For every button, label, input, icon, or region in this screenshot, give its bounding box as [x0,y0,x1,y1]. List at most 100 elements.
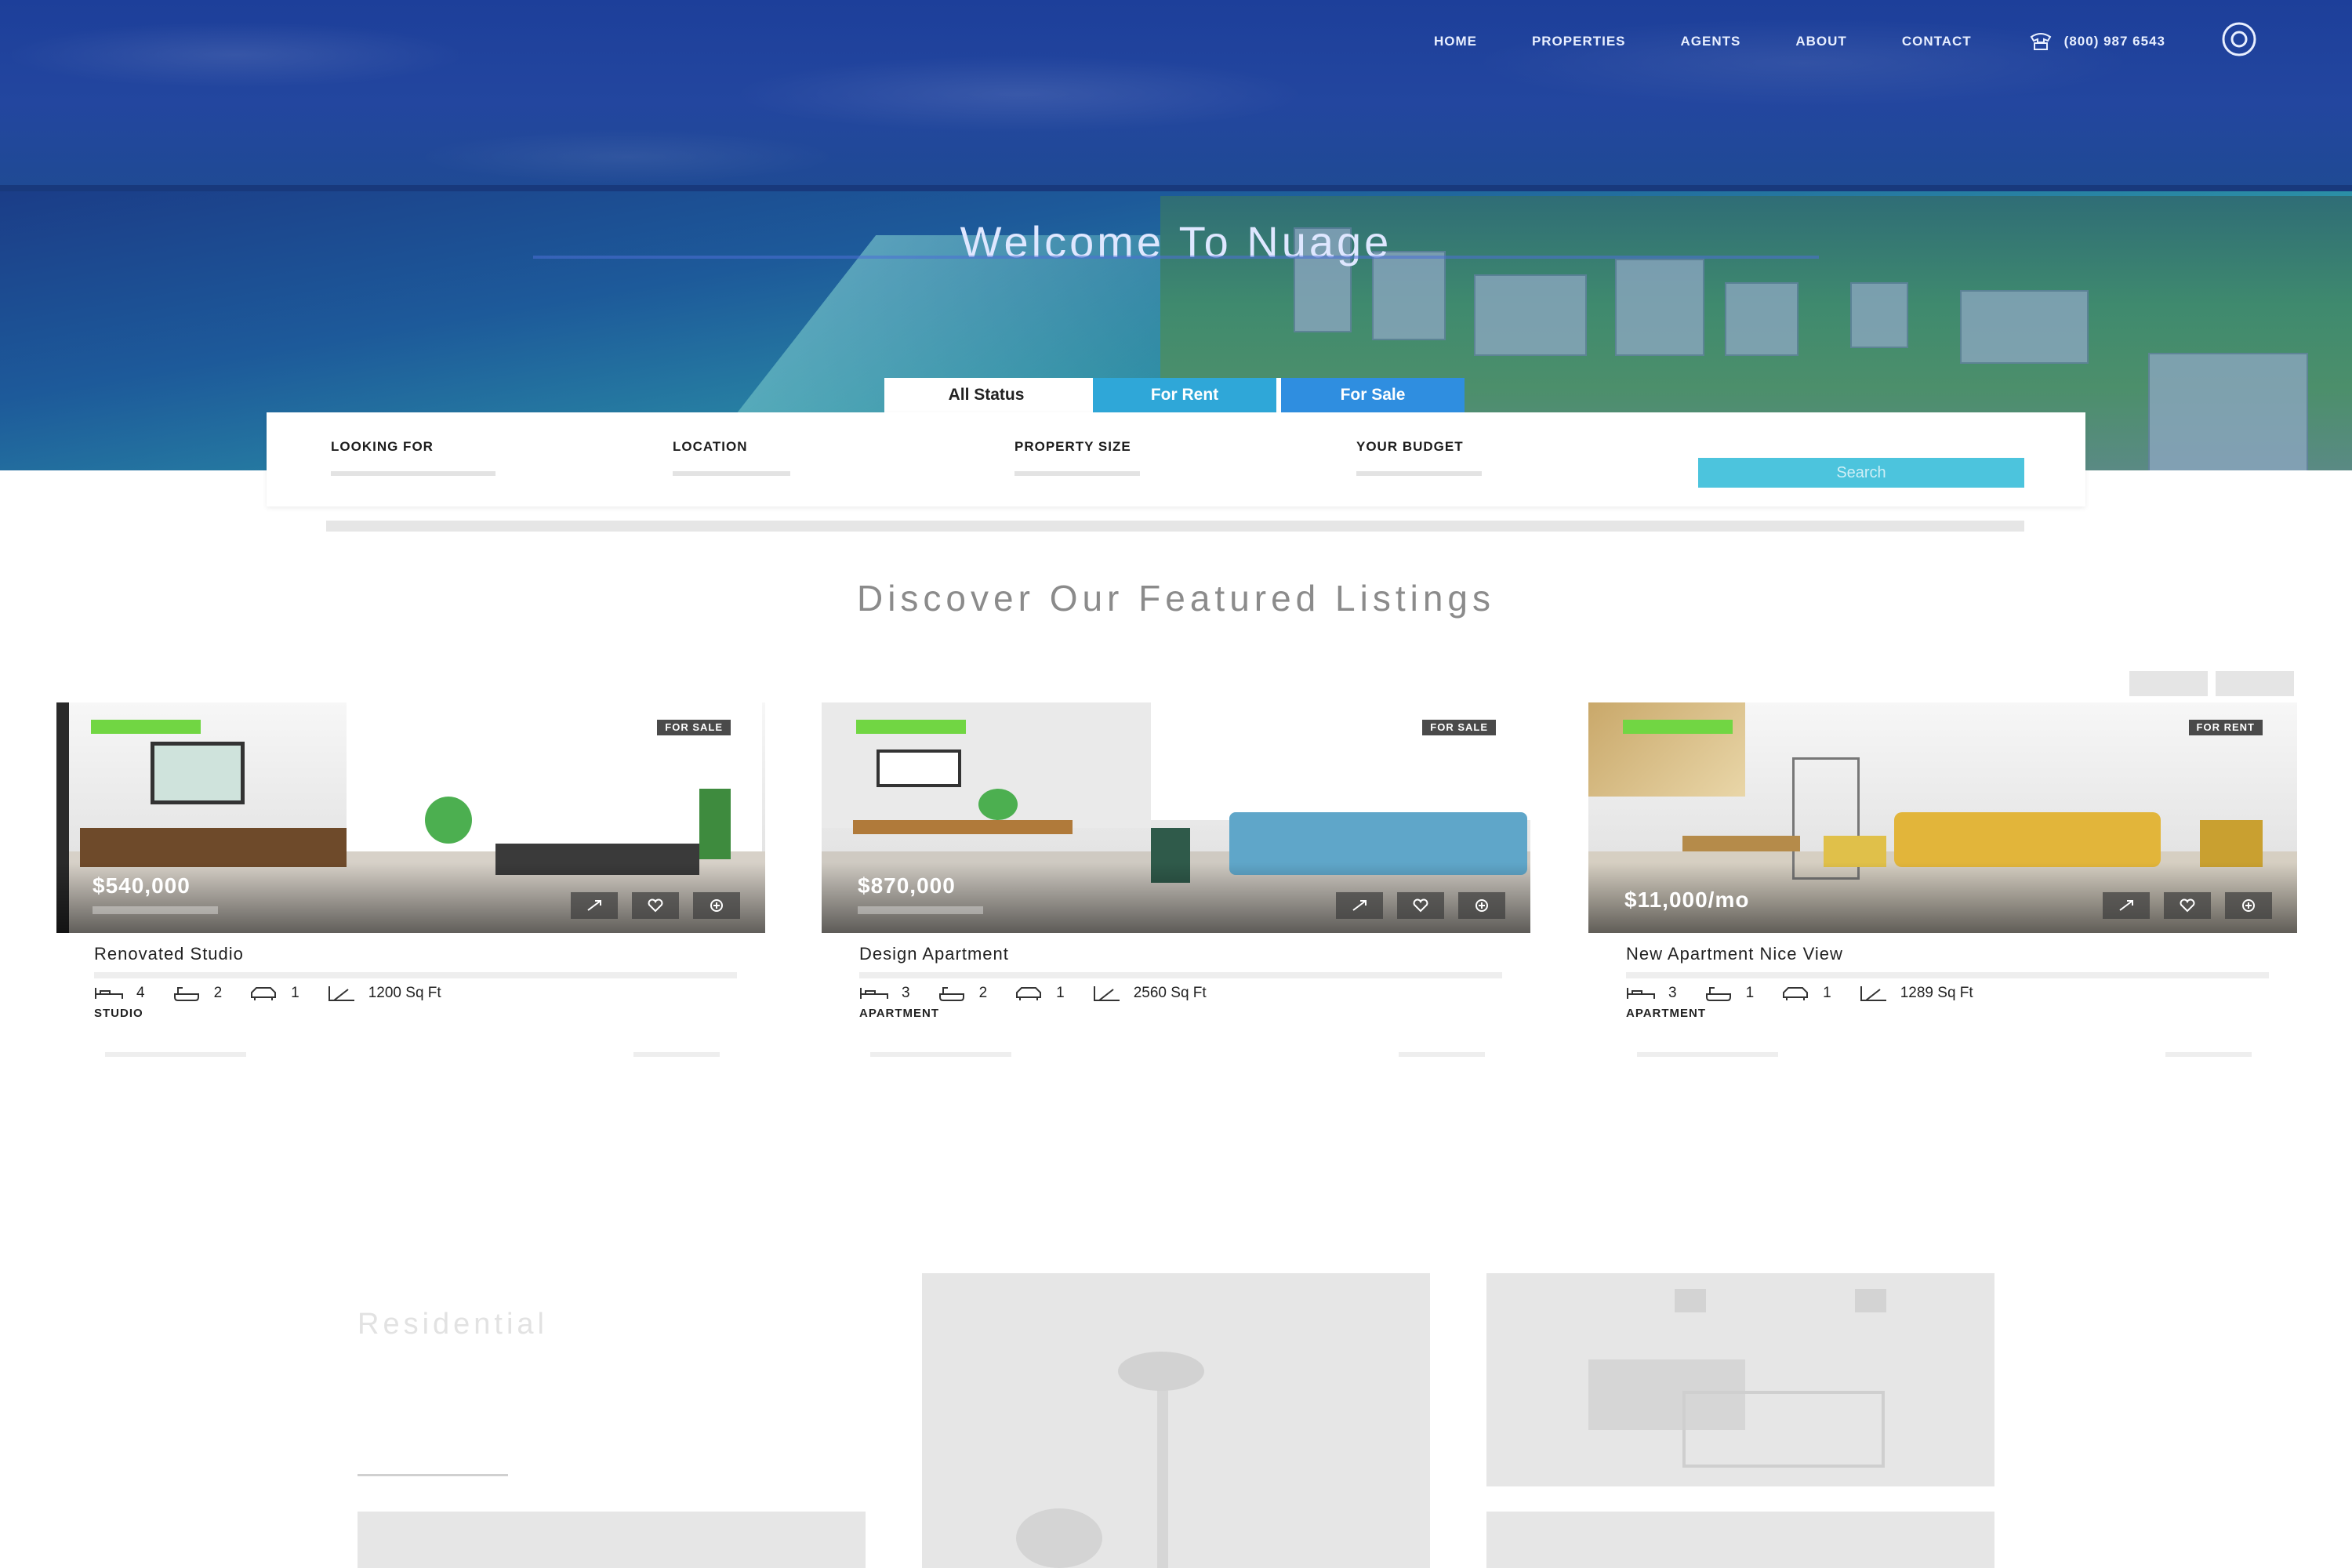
listing-price: $11,000/mo [1624,887,1750,912]
category-image-pendant [1675,1289,1706,1312]
heart-icon [1413,898,1428,913]
search-button[interactable]: Search [1698,458,2024,488]
compare-button[interactable] [1458,892,1505,919]
nav-about[interactable]: ABOUT [1795,34,1846,49]
listing-date [1399,1052,1485,1057]
listing-agent[interactable] [870,1052,1011,1057]
area-size: 1289 Sq Ft [1900,985,1973,1001]
compare-button[interactable] [2225,892,2272,919]
garage-icon [1783,987,1809,1000]
property-type[interactable]: APARTMENT [859,1007,939,1020]
bed-icon [1627,988,1655,999]
area-icon [1093,986,1120,1001]
photo-plant [978,789,1018,820]
nav-contact[interactable]: CONTACT [1902,34,1972,49]
looking-for-field[interactable]: LOOKING FOR [331,439,495,479]
plus-circle-icon [2242,899,2255,912]
carousel-prev-button[interactable] [2129,671,2208,696]
bath-icon [938,987,964,1001]
bed-icon [95,988,123,999]
favorite-button[interactable] [1397,892,1444,919]
category-image-lamp [1157,1367,1168,1568]
garage-icon [1016,987,1042,1000]
photo-sunlight [1588,702,1745,797]
category-image-plant [1016,1508,1102,1568]
budget-select[interactable] [1356,466,1482,479]
photo-cactus [699,789,731,859]
listing-specs: 3 1 1 1289 Sq Ft [1626,985,1973,1002]
budget-label: YOUR BUDGET [1356,439,1464,454]
location-field[interactable]: LOCATION [673,439,790,479]
heart-icon [648,898,663,913]
beds-count: 4 [136,985,145,1001]
plus-circle-icon [710,899,723,912]
listing-photo[interactable]: FOR SALE $540,000 [56,702,765,933]
photo-sofa [1894,812,2161,867]
property-size-field[interactable]: PROPERTY SIZE [1014,439,1140,479]
budget-field[interactable]: YOUR BUDGET [1356,439,1482,479]
account-button[interactable] [2220,20,2258,62]
garages-count: 1 [1056,985,1065,1001]
nav-properties[interactable]: PROPERTIES [1532,34,1626,49]
hero-subtitle [0,240,2352,267]
area-size: 2560 Sq Ft [1133,985,1207,1001]
beds-count: 3 [902,985,910,1001]
hero-horizon [0,185,2352,191]
heart-icon [2180,898,2195,913]
compare-button[interactable] [693,892,740,919]
expand-button[interactable] [571,892,618,919]
garages-count: 1 [1823,985,1831,1001]
listing-agent[interactable] [105,1052,246,1057]
location-select[interactable] [673,466,790,479]
baths-count: 2 [978,985,988,1001]
listing-card[interactable]: FOR SALE $870,000 Design Apartment 3 2 1… [822,702,1530,1063]
location-label: LOCATION [673,439,748,454]
category-image-table [1682,1391,1885,1468]
listing-actions [2103,892,2272,919]
expand-button[interactable] [2103,892,2150,919]
listing-photo[interactable]: FOR SALE $870,000 [822,702,1530,933]
property-type[interactable]: APARTMENT [1626,1007,1706,1020]
nav-agents[interactable]: AGENTS [1681,34,1741,49]
tab-all-status[interactable]: All Status [884,378,1088,412]
expand-button[interactable] [1336,892,1383,919]
bath-icon [1705,987,1731,1001]
area-icon [1860,986,1886,1001]
user-account-icon [2222,22,2256,56]
looking-for-label: LOOKING FOR [331,439,434,454]
garage-icon [251,987,277,1000]
looking-for-select[interactable] [331,466,495,479]
hero-building [1725,282,1798,356]
tab-for-sale[interactable]: For Sale [1276,378,1465,412]
category-image[interactable] [1486,1512,1994,1568]
listing-price: $540,000 [93,873,191,898]
expand-icon [2119,900,2133,911]
listing-title[interactable]: New Apartment Nice View [1626,944,1843,964]
advanced-search-bar[interactable] [326,521,2024,532]
property-search-form: LOOKING FOR LOCATION PROPERTY SIZE YOUR … [267,412,2085,506]
main-nav: HOME PROPERTIES AGENTS ABOUT CONTACT (80… [1434,20,2258,62]
listing-card[interactable]: FOR RENT $11,000/mo New Apartment Nice V… [1588,702,2297,1063]
category-image[interactable] [922,1273,1430,1568]
listing-title[interactable]: Renovated Studio [94,944,244,964]
category-image[interactable] [1486,1273,1994,1486]
property-size-select[interactable] [1014,466,1140,479]
listing-specs: 4 2 1 1200 Sq Ft [94,985,441,1002]
category-divider [358,1474,508,1476]
featured-badge [1623,720,1733,734]
nav-phone-link[interactable]: (800) 987 6543 [2027,32,2165,51]
listing-agent[interactable] [1637,1052,1778,1057]
category-image-shade [1118,1352,1204,1391]
hero-building [1474,274,1587,356]
listing-photo[interactable]: FOR RENT $11,000/mo [1588,702,2297,933]
favorite-button[interactable] [2164,892,2211,919]
tab-for-rent[interactable]: For Rent [1088,378,1276,412]
category-image[interactable] [358,1512,866,1568]
listing-card[interactable]: FOR SALE $540,000 Renovated Studio 4 2 1… [56,702,765,1063]
property-type[interactable]: STUDIO [94,1007,143,1020]
favorite-button[interactable] [632,892,679,919]
phone-icon [2030,32,2052,50]
nav-home[interactable]: HOME [1434,34,1477,49]
listing-title[interactable]: Design Apartment [859,944,1009,964]
carousel-next-button[interactable] [2216,671,2294,696]
